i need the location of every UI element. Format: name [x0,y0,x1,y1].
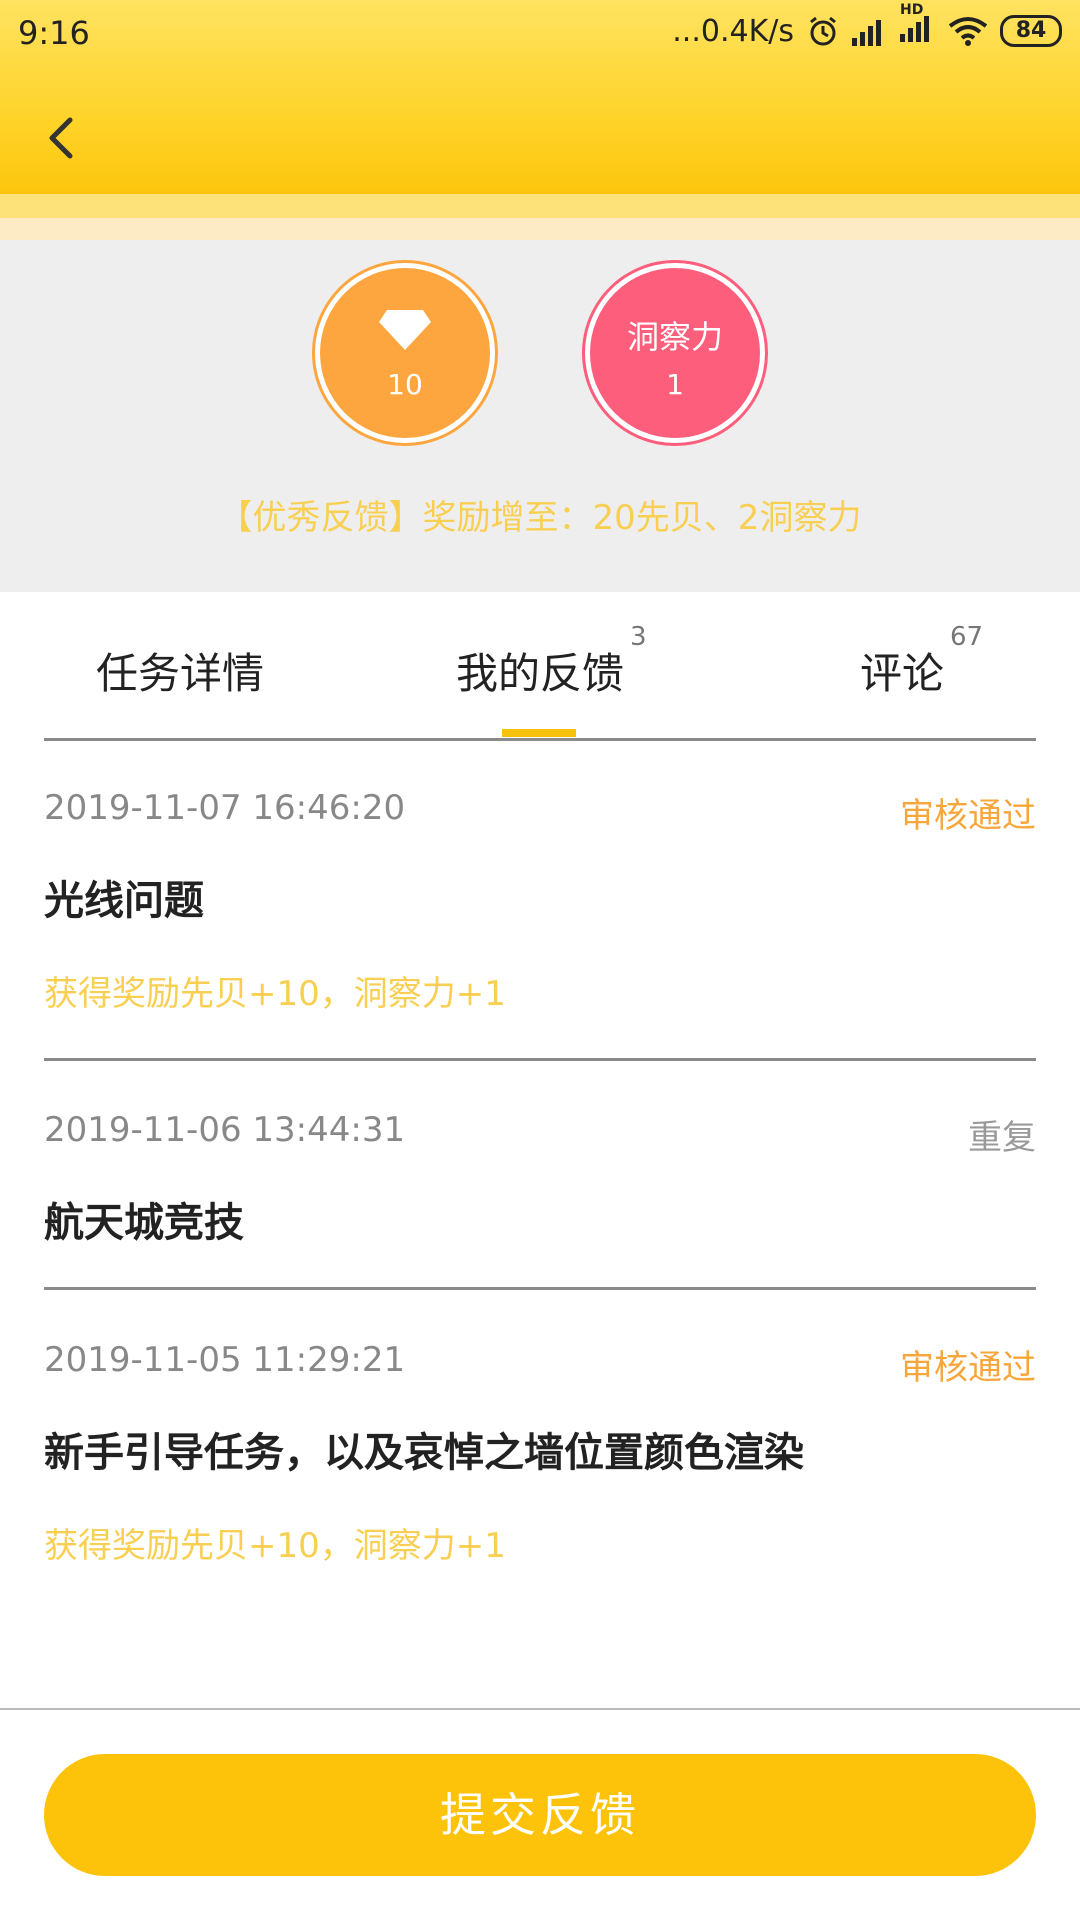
tab-task-details[interactable]: 任务详情 [96,640,264,701]
feedback-item[interactable]: 2019-11-07 16:46:20 审核通过 光线问题 获得奖励先贝+10，… [44,788,1036,1038]
insight-label: 洞察力 [626,318,723,356]
feedback-date: 2019-11-06 13:44:31 [44,1110,406,1150]
divider [44,1287,1036,1290]
insight-reward-badge: 洞察力 1 [590,268,760,438]
feedback-status: 审核通过 [900,796,1036,836]
insight-count: 1 [666,368,684,401]
feedback-item[interactable]: 2019-11-06 13:44:31 重复 航天城竞技 [44,1110,1036,1260]
tab-badge: 3 [630,622,647,652]
network-speed: ...0.4K/s [672,13,794,49]
status-icons: ...0.4K/s HD 84 [672,2,1062,50]
reward-note: 【优秀反馈】奖励增至：20先贝、2洞察力 [218,498,862,538]
reward-panel: 10 洞察力 1 【优秀反馈】奖励增至：20先贝、2洞察力 [0,240,1080,592]
feedback-title: 光线问题 [44,878,204,924]
tab-label: 评论 [860,649,945,698]
app-header: 9:16 ...0.4K/s HD 84 [0,0,1080,196]
tab-my-feedback[interactable]: 我的反馈3 [456,622,647,701]
status-time: 9:16 [18,14,90,52]
bottom-divider [0,1708,1080,1710]
divider [44,1058,1036,1061]
active-tab-indicator [502,729,576,737]
feedback-reward: 获得奖励先贝+10，洞察力+1 [44,1526,506,1566]
battery-indicator: 84 [1000,15,1062,47]
feedback-title: 新手引导任务，以及哀悼之墙位置颜色渲染 [44,1430,804,1476]
feedback-title: 航天城竞技 [44,1200,244,1246]
tab-label: 任务详情 [96,649,265,698]
alarm-icon [810,16,836,46]
gem-count: 10 [387,368,423,401]
feedback-item[interactable]: 2019-11-05 11:29:21 审核通过 新手引导任务，以及哀悼之墙位置… [44,1340,1036,1590]
hd-label: HD [900,2,924,18]
chevron-left-icon[interactable] [42,112,82,164]
gem-reward-badge: 10 [320,268,490,438]
submit-feedback-button[interactable]: 提交反馈 [44,1754,1036,1876]
tab-bar: 任务详情 我的反馈3 评论67 [44,592,1036,741]
tab-badge: 67 [950,622,984,652]
feedback-date: 2019-11-07 16:46:20 [44,788,406,828]
signal-icon [852,20,881,46]
header-band [0,194,1080,218]
feedback-status: 审核通过 [900,1348,1036,1388]
hd-signal-group: HD [900,2,936,50]
diamond-icon [379,310,431,350]
tab-label: 我的反馈 [456,649,625,698]
header-band-light [0,218,1080,240]
tab-comments[interactable]: 评论67 [860,622,983,701]
feedback-status: 重复 [968,1118,1036,1158]
feedback-reward: 获得奖励先贝+10，洞察力+1 [44,974,506,1014]
feedback-date: 2019-11-05 11:29:21 [44,1340,406,1380]
wifi-icon [948,17,988,46]
